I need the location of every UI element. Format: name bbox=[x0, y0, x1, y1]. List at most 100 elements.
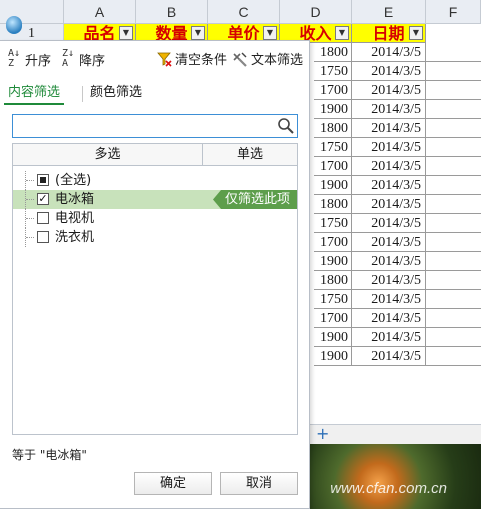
search-field[interactable] bbox=[12, 114, 298, 138]
search-input[interactable] bbox=[16, 116, 274, 136]
app-orb-icon bbox=[6, 16, 22, 34]
income-cell[interactable]: 1700 bbox=[314, 157, 352, 175]
empty-cell[interactable] bbox=[426, 290, 481, 308]
column-header-d[interactable]: D bbox=[280, 0, 352, 24]
empty-cell[interactable] bbox=[426, 119, 481, 137]
empty-cell[interactable] bbox=[426, 157, 481, 175]
header-cell-date[interactable]: 日期 ▼ bbox=[352, 24, 426, 43]
empty-cell[interactable] bbox=[426, 271, 481, 289]
table-row: 1750 2014/3/5 bbox=[314, 138, 481, 157]
income-cell[interactable]: 1900 bbox=[314, 176, 352, 194]
empty-cell[interactable] bbox=[426, 62, 481, 80]
empty-cell[interactable] bbox=[426, 100, 481, 118]
date-cell[interactable]: 2014/3/5 bbox=[352, 81, 426, 99]
empty-cell[interactable] bbox=[426, 233, 481, 251]
text-filter-button[interactable]: 文本筛选 bbox=[232, 49, 303, 68]
date-cell[interactable]: 2014/3/5 bbox=[352, 119, 426, 137]
dropdown-arrow-icon[interactable]: ▼ bbox=[335, 26, 349, 40]
column-header-e[interactable]: E bbox=[352, 0, 426, 24]
date-cell[interactable]: 2014/3/5 bbox=[352, 214, 426, 232]
empty-cell[interactable] bbox=[426, 214, 481, 232]
empty-cell[interactable] bbox=[426, 176, 481, 194]
tree-connector bbox=[25, 171, 35, 190]
income-cell[interactable]: 1750 bbox=[314, 62, 352, 80]
empty-cell[interactable] bbox=[426, 252, 481, 270]
list-item-select-all[interactable]: (全选) bbox=[13, 171, 297, 190]
income-cell[interactable]: 1800 bbox=[314, 271, 352, 289]
date-cell[interactable]: 2014/3/5 bbox=[352, 176, 426, 194]
sort-ascending-icon: A↓ Z bbox=[8, 48, 21, 69]
multi-select-column[interactable]: 多选 bbox=[13, 144, 203, 165]
date-cell[interactable]: 2014/3/5 bbox=[352, 157, 426, 175]
income-cell[interactable]: 1900 bbox=[314, 328, 352, 346]
date-cell[interactable]: 2014/3/5 bbox=[352, 138, 426, 156]
income-cell[interactable]: 1700 bbox=[314, 81, 352, 99]
table-row: 1900 2014/3/5 bbox=[314, 100, 481, 119]
date-cell[interactable]: 2014/3/5 bbox=[352, 328, 426, 346]
empty-cell[interactable] bbox=[426, 81, 481, 99]
list-item-fridge[interactable]: ✓ 电冰箱 仅筛选此项 bbox=[13, 190, 297, 209]
column-header-c[interactable]: C bbox=[208, 0, 280, 24]
income-cell[interactable]: 1700 bbox=[314, 233, 352, 251]
sort-ascending-button[interactable]: A↓ Z 升序 bbox=[8, 49, 51, 69]
empty-cell[interactable] bbox=[426, 347, 481, 365]
list-item-label: 电视机 bbox=[55, 211, 95, 226]
empty-cell[interactable] bbox=[426, 43, 481, 61]
income-cell[interactable]: 1750 bbox=[314, 138, 352, 156]
text-filter-label: 文本筛选 bbox=[251, 53, 304, 68]
date-cell[interactable]: 2014/3/5 bbox=[352, 309, 426, 327]
income-cell[interactable]: 1800 bbox=[314, 43, 352, 61]
sort-descending-label: 降序 bbox=[79, 53, 106, 69]
tab-color-filter[interactable]: 颜色筛选 bbox=[86, 83, 146, 105]
clear-conditions-button[interactable]: 清空条件 bbox=[156, 49, 227, 68]
empty-cell[interactable] bbox=[426, 138, 481, 156]
checkbox-unchecked[interactable] bbox=[37, 231, 49, 243]
filter-active-icon[interactable]: ▼ bbox=[119, 26, 133, 40]
income-cell[interactable]: 1750 bbox=[314, 214, 352, 232]
income-cell[interactable]: 1800 bbox=[314, 195, 352, 213]
empty-cell[interactable] bbox=[426, 328, 481, 346]
list-item-tv[interactable]: 电视机 bbox=[13, 209, 297, 228]
tree-connector bbox=[25, 209, 35, 228]
checkbox-partial[interactable] bbox=[37, 174, 49, 186]
list-item-label: 洗衣机 bbox=[55, 230, 95, 245]
dropdown-arrow-icon[interactable]: ▼ bbox=[263, 26, 277, 40]
single-select-column[interactable]: 单选 bbox=[203, 144, 297, 165]
date-cell[interactable]: 2014/3/5 bbox=[352, 43, 426, 61]
list-item-washer[interactable]: 洗衣机 bbox=[13, 228, 297, 247]
checkbox-unchecked[interactable] bbox=[37, 212, 49, 224]
date-cell[interactable]: 2014/3/5 bbox=[352, 195, 426, 213]
tab-content-filter[interactable]: 内容筛选 bbox=[4, 83, 65, 105]
ok-button[interactable]: 确定 bbox=[134, 472, 212, 495]
income-cell[interactable]: 1900 bbox=[314, 252, 352, 270]
income-cell[interactable]: 1800 bbox=[314, 119, 352, 137]
filter-active-icon[interactable]: ▼ bbox=[409, 26, 423, 40]
watermark: www.cfan.com.cn bbox=[330, 480, 447, 497]
cancel-button[interactable]: 取消 bbox=[220, 472, 298, 495]
date-cell[interactable]: 2014/3/5 bbox=[352, 233, 426, 251]
sort-descending-button[interactable]: Z↓ A 降序 bbox=[62, 49, 105, 69]
add-sheet-icon[interactable]: + bbox=[316, 425, 329, 443]
column-header-b[interactable]: B bbox=[136, 0, 208, 24]
date-cell[interactable]: 2014/3/5 bbox=[352, 290, 426, 308]
date-cell[interactable]: 2014/3/5 bbox=[352, 62, 426, 80]
income-cell[interactable]: 1900 bbox=[314, 347, 352, 365]
income-cell[interactable]: 1700 bbox=[314, 309, 352, 327]
empty-cell[interactable] bbox=[426, 309, 481, 327]
empty-cell[interactable] bbox=[426, 195, 481, 213]
tree-connector bbox=[25, 228, 35, 247]
date-cell[interactable]: 2014/3/5 bbox=[352, 252, 426, 270]
income-cell[interactable]: 1750 bbox=[314, 290, 352, 308]
date-cell[interactable]: 2014/3/5 bbox=[352, 271, 426, 289]
column-header-a[interactable]: A bbox=[64, 0, 136, 24]
checkbox-checked[interactable]: ✓ bbox=[37, 193, 49, 205]
income-cell[interactable]: 1900 bbox=[314, 100, 352, 118]
dropdown-arrow-icon[interactable]: ▼ bbox=[191, 26, 205, 40]
date-cell[interactable]: 2014/3/5 bbox=[352, 347, 426, 365]
search-icon[interactable] bbox=[277, 117, 295, 135]
clear-conditions-label: 清空条件 bbox=[175, 53, 228, 68]
filter-only-this-button[interactable]: 仅筛选此项 bbox=[213, 190, 297, 209]
column-header-f[interactable]: F bbox=[426, 0, 481, 24]
sheet-tab-bar: + bbox=[310, 424, 481, 444]
date-cell[interactable]: 2014/3/5 bbox=[352, 100, 426, 118]
